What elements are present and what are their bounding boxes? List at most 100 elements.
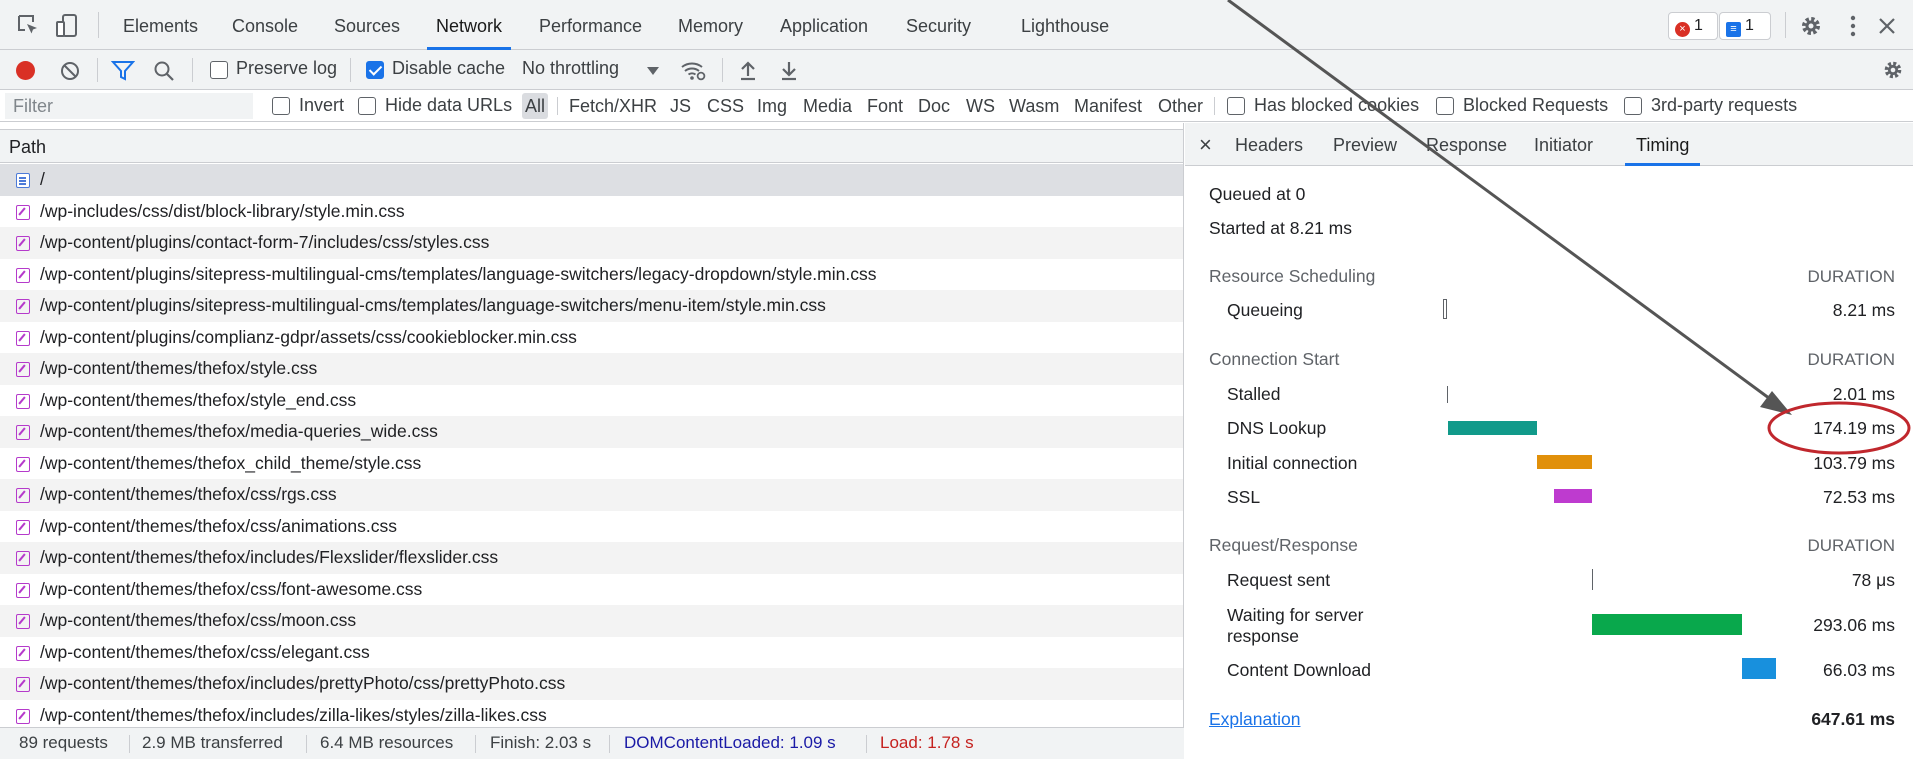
stylesheet-file-icon xyxy=(16,614,30,629)
device-toolbar-icon[interactable] xyxy=(54,13,80,39)
filter-type-ws[interactable]: WS xyxy=(963,93,998,119)
filter-type-other[interactable]: Other xyxy=(1155,93,1206,119)
more-options-kebab-icon[interactable] xyxy=(1840,13,1866,39)
has-blocked-cookies-checkbox[interactable] xyxy=(1227,97,1245,115)
tab-console[interactable]: Console xyxy=(232,0,298,50)
timing-label-initial-connection: Initial connection xyxy=(1227,453,1358,473)
table-row[interactable]: /wp-content/themes/thefox/includes/Flexs… xyxy=(0,542,1183,574)
dom-content-loaded-time: DOMContentLoaded: 1.09 s xyxy=(624,733,836,752)
path-column-header[interactable]: Path xyxy=(0,129,1183,163)
request-details-panel: × Headers Preview Response Initiator Tim… xyxy=(1185,123,1913,759)
table-row[interactable]: /wp-content/plugins/contact-form-7/inclu… xyxy=(0,227,1183,259)
inspect-element-icon[interactable] xyxy=(16,13,42,39)
invert-checkbox[interactable] xyxy=(272,97,290,115)
divider xyxy=(722,58,723,82)
table-row[interactable]: /wp-content/plugins/sitepress-multilingu… xyxy=(0,290,1183,322)
table-row[interactable]: /wp-content/themes/thefox/css/animations… xyxy=(0,511,1183,543)
tab-memory[interactable]: Memory xyxy=(678,0,743,50)
filter-type-doc[interactable]: Doc xyxy=(915,93,953,119)
table-row[interactable]: /wp-content/plugins/complianz-gdpr/asset… xyxy=(0,322,1183,354)
request-path: /wp-content/plugins/complianz-gdpr/asset… xyxy=(40,326,577,347)
tab-headers[interactable]: Headers xyxy=(1235,123,1303,166)
tab-sources[interactable]: Sources xyxy=(334,0,400,50)
blocked-requests-label: Blocked Requests xyxy=(1463,95,1609,115)
tab-application[interactable]: Application xyxy=(780,0,868,50)
message-count: 1 xyxy=(1745,17,1754,34)
throttling-select[interactable]: No throttling xyxy=(522,58,619,79)
request-path: / xyxy=(40,169,45,189)
settings-gear-icon[interactable] xyxy=(1798,13,1824,39)
timing-label-dns-lookup: DNS Lookup xyxy=(1227,418,1327,438)
filter-input[interactable] xyxy=(5,93,253,119)
dropdown-arrow-icon[interactable] xyxy=(647,67,659,75)
filter-type-fetch-xhr[interactable]: Fetch/XHR xyxy=(566,93,660,119)
waiting-server-response-bar xyxy=(1592,614,1742,635)
record-stop-icon[interactable] xyxy=(16,61,35,80)
close-devtools-icon[interactable] xyxy=(1874,13,1900,39)
divider xyxy=(306,735,307,753)
close-details-icon[interactable]: × xyxy=(1199,123,1212,166)
network-summary-bar: 89 requests 2.9 MB transferred 6.4 MB re… xyxy=(0,727,1184,759)
preserve-log-checkbox[interactable] xyxy=(210,61,228,79)
ssl-bar xyxy=(1554,489,1592,503)
import-har-upload-icon[interactable] xyxy=(738,59,758,86)
tab-elements[interactable]: Elements xyxy=(123,0,198,50)
filter-type-media[interactable]: Media xyxy=(800,93,855,119)
error-count-badge[interactable]: × 1 xyxy=(1668,12,1718,40)
table-row[interactable]: /wp-content/plugins/sitepress-multilingu… xyxy=(0,259,1183,291)
disable-cache-label: Disable cache xyxy=(392,58,506,78)
tab-timing[interactable]: Timing xyxy=(1625,123,1701,166)
filter-funnel-icon[interactable] xyxy=(110,59,136,88)
disable-cache-checkbox[interactable] xyxy=(366,61,384,79)
stylesheet-file-icon xyxy=(16,362,30,377)
tab-lighthouse[interactable]: Lighthouse xyxy=(1021,0,1109,50)
table-row[interactable]: /wp-includes/css/dist/block-library/styl… xyxy=(0,196,1183,228)
tab-preview[interactable]: Preview xyxy=(1333,123,1397,166)
table-row[interactable]: /wp-content/themes/thefox/css/elegant.cs… xyxy=(0,637,1183,669)
filter-type-wasm[interactable]: Wasm xyxy=(1006,93,1062,119)
blocked-requests-checkbox[interactable] xyxy=(1436,97,1454,115)
table-row[interactable]: /wp-content/themes/thefox/includes/prett… xyxy=(0,668,1183,700)
explanation-link[interactable]: Explanation xyxy=(1209,709,1300,730)
filter-type-all[interactable]: All xyxy=(522,93,549,119)
table-row[interactable]: /wp-content/themes/thefox/style_end.css xyxy=(0,385,1183,417)
network-settings-gear-icon[interactable] xyxy=(1881,58,1905,87)
table-row[interactable]: /wp-content/themes/thefox/includes/zilla… xyxy=(0,700,1183,728)
timing-value-initial-connection: 103.79 ms xyxy=(1813,453,1895,473)
request-path: /wp-content/themes/thefox_child_theme/st… xyxy=(40,452,422,473)
timing-label-content-download: Content Download xyxy=(1227,660,1371,680)
table-row[interactable]: /wp-content/themes/thefox_child_theme/st… xyxy=(0,448,1183,480)
tab-security[interactable]: Security xyxy=(906,0,971,50)
clear-icon[interactable] xyxy=(59,60,81,87)
filter-type-css[interactable]: CSS xyxy=(704,93,747,119)
table-row[interactable]: /wp-content/themes/thefox/style.css xyxy=(0,353,1183,385)
divider xyxy=(129,735,130,753)
export-har-download-icon[interactable] xyxy=(779,59,799,86)
tab-initiator[interactable]: Initiator xyxy=(1534,123,1593,166)
table-row[interactable]: / xyxy=(0,164,1183,196)
devtools-tab-bar: Elements Console Sources Network Perform… xyxy=(0,0,1913,50)
filter-type-img[interactable]: Img xyxy=(754,93,790,119)
filter-type-font[interactable]: Font xyxy=(864,93,906,119)
message-count-badge[interactable]: ≡ 1 xyxy=(1719,12,1771,40)
filter-type-manifest[interactable]: Manifest xyxy=(1071,93,1145,119)
tab-response[interactable]: Response xyxy=(1426,123,1507,166)
tab-performance[interactable]: Performance xyxy=(539,0,642,50)
timing-label-ssl: SSL xyxy=(1227,487,1261,507)
search-icon[interactable] xyxy=(152,59,176,88)
table-row[interactable]: /wp-content/themes/thefox/css/font-aweso… xyxy=(0,574,1183,606)
hide-data-urls-checkbox[interactable] xyxy=(358,97,376,115)
details-tab-bar: × Headers Preview Response Initiator Tim… xyxy=(1185,123,1913,166)
divider xyxy=(192,58,193,82)
third-party-requests-checkbox[interactable] xyxy=(1624,97,1642,115)
network-conditions-wifi-icon[interactable] xyxy=(680,59,706,86)
filter-type-js[interactable]: JS xyxy=(667,93,694,119)
tab-network[interactable]: Network xyxy=(427,0,512,50)
table-row[interactable]: /wp-content/themes/thefox/media-queries_… xyxy=(0,416,1183,448)
section-title-resource-scheduling: Resource Scheduling xyxy=(1209,266,1376,286)
table-row[interactable]: /wp-content/themes/thefox/css/rgs.css xyxy=(0,479,1183,511)
initial-connection-bar xyxy=(1537,455,1592,469)
stylesheet-file-icon xyxy=(16,393,30,409)
stylesheet-file-icon xyxy=(16,551,30,566)
table-row[interactable]: /wp-content/themes/thefox/css/moon.css xyxy=(0,605,1183,637)
